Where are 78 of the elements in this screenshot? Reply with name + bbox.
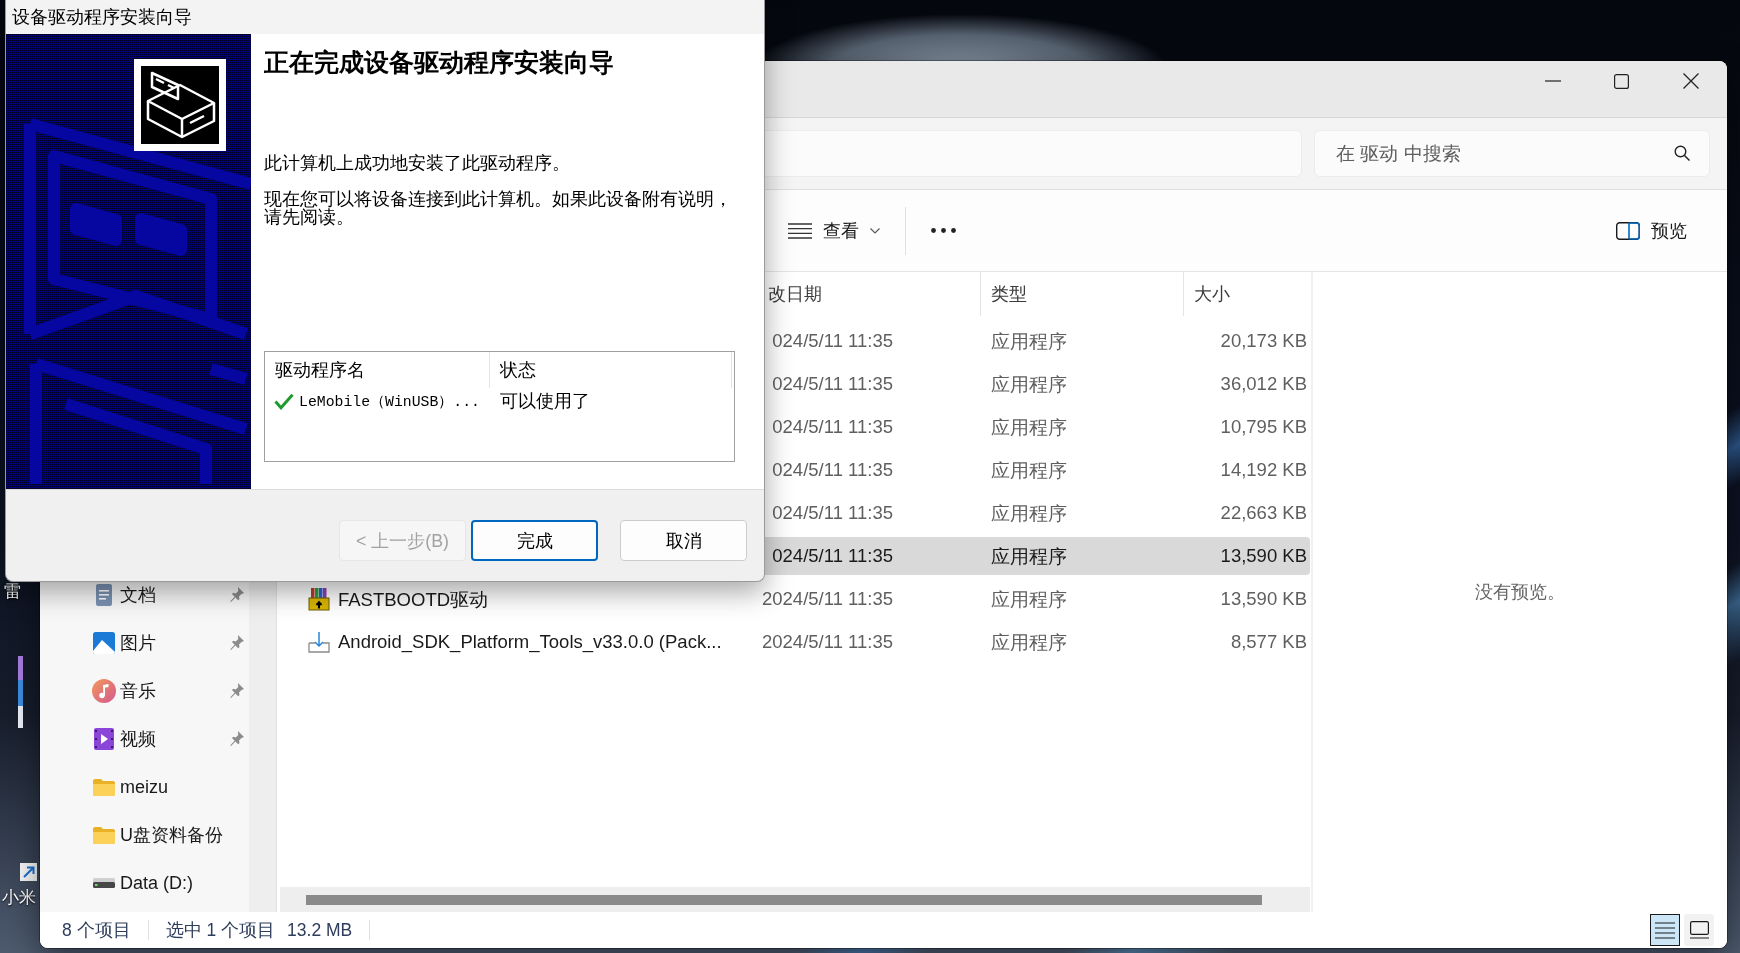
file-date: 024/5/11 11:35 bbox=[772, 459, 893, 481]
chevron-down-icon bbox=[870, 227, 880, 234]
file-type: 应用程序 bbox=[991, 458, 1067, 483]
selection-count: 选中 1 个项目 bbox=[165, 919, 276, 942]
download-tray-icon bbox=[307, 630, 331, 654]
cancel-button[interactable]: 取消 bbox=[620, 520, 747, 561]
finish-button[interactable]: 完成 bbox=[471, 520, 598, 561]
column-header[interactable]: 改日期 bbox=[766, 272, 981, 316]
file-date: 024/5/11 11:35 bbox=[772, 502, 893, 524]
nav-item[interactable]: U盘资料备份 bbox=[40, 821, 250, 849]
column-header[interactable]: 大小 bbox=[1184, 272, 1311, 316]
file-date: 024/5/11 11:35 bbox=[772, 330, 893, 352]
file-size: 13,590 KB bbox=[1220, 545, 1307, 567]
app-icon bbox=[18, 656, 23, 728]
preview-message: 没有预览。 bbox=[1475, 581, 1565, 604]
file-date: 024/5/11 11:35 bbox=[772, 545, 893, 567]
file-type: 应用程序 bbox=[991, 544, 1067, 569]
wizard-heading: 正在完成设备驱动程序安装向导 bbox=[264, 47, 615, 77]
driver-status: 可以使用了 bbox=[500, 390, 590, 413]
column-header[interactable]: 类型 bbox=[981, 272, 1184, 316]
selection-size: 13.2 MB bbox=[287, 919, 353, 941]
details-list-icon bbox=[1655, 921, 1675, 939]
nav-item[interactable]: meizu bbox=[40, 773, 250, 801]
file-type: 应用程序 bbox=[991, 587, 1067, 612]
dialog-title: 设备驱动程序安装向导 bbox=[12, 6, 192, 29]
video-icon bbox=[92, 727, 116, 751]
file-size: 10,795 KB bbox=[1220, 416, 1307, 438]
nav-item[interactable]: 图片 bbox=[40, 629, 250, 657]
file-date: 2024/5/11 11:35 bbox=[762, 588, 893, 610]
nav-item[interactable]: 视频 bbox=[40, 725, 250, 753]
file-size: 36,012 KB bbox=[1220, 373, 1307, 395]
minimize-icon bbox=[1544, 80, 1561, 82]
file-name: FASTBOOTD驱动 bbox=[338, 587, 489, 612]
item-count: 8 个项目 bbox=[62, 919, 131, 942]
column-header[interactable]: 驱动程序名 bbox=[265, 352, 490, 388]
file-date: 024/5/11 11:35 bbox=[772, 373, 893, 395]
close-icon bbox=[1682, 73, 1699, 89]
view-menu-button[interactable]: 查看 bbox=[780, 208, 888, 253]
file-type: 应用程序 bbox=[991, 501, 1067, 526]
file-size: 8,577 KB bbox=[1230, 631, 1307, 653]
tile-icon bbox=[1689, 921, 1709, 939]
column-header[interactable]: 状态 bbox=[490, 352, 732, 388]
tiles-view-button[interactable] bbox=[1684, 914, 1714, 946]
file-type: 应用程序 bbox=[991, 630, 1067, 655]
picture-icon bbox=[92, 631, 116, 655]
nav-item[interactable]: 音乐 bbox=[40, 677, 250, 705]
file-date: 2024/5/11 11:35 bbox=[762, 631, 893, 653]
list-lines-icon bbox=[788, 222, 812, 239]
scrollbar-thumb[interactable] bbox=[306, 894, 1262, 905]
file-type: 应用程序 bbox=[991, 415, 1067, 440]
nav-item[interactable]: 文档 bbox=[40, 581, 250, 609]
search-icon bbox=[1674, 145, 1690, 161]
file-date: 024/5/11 11:35 bbox=[772, 416, 893, 438]
archive-icon bbox=[307, 587, 331, 611]
split-panel-icon bbox=[1616, 221, 1640, 240]
wizard-message: 此计算机上成功地安装了此驱动程序。 bbox=[264, 154, 571, 172]
maximize-icon bbox=[1614, 73, 1629, 89]
scrollbar-track[interactable] bbox=[280, 887, 1310, 912]
ellipsis-icon bbox=[931, 228, 956, 233]
file-size: 20,173 KB bbox=[1220, 330, 1307, 352]
preview-pane-button[interactable]: 预览 bbox=[1608, 208, 1695, 253]
wizard-message: 现在您可以将设备连接到此计算机。如果此设备附有说明，请先阅读。 bbox=[264, 190, 733, 226]
file-type: 应用程序 bbox=[991, 329, 1067, 354]
desktop-icon-label: 雷 bbox=[4, 582, 21, 601]
file-size: 14,192 KB bbox=[1220, 459, 1307, 481]
nav-item[interactable]: Data (D:) bbox=[40, 869, 250, 897]
desktop-icon-label: 小米 bbox=[2, 888, 36, 907]
details-view-button[interactable] bbox=[1650, 914, 1680, 946]
hardware-icon bbox=[134, 59, 226, 151]
music-note-icon bbox=[92, 679, 116, 703]
driver-name: LeMobile（WinUSB）... bbox=[299, 392, 480, 411]
file-size: 22,663 KB bbox=[1220, 502, 1307, 524]
file-type: 应用程序 bbox=[991, 372, 1067, 397]
file-size: 13,590 KB bbox=[1220, 588, 1307, 610]
file-row[interactable]: FASTBOOTD驱动 2024/5/11 11:35 应用程序 13,590 KB bbox=[285, 580, 1310, 618]
search-field[interactable]: 在 驱动 中搜索 bbox=[1314, 130, 1710, 177]
file-row[interactable]: Android_SDK_Platform_Tools_v33.0.0 (Pack... 2024/5/11 11:35 应用程序 8,577 KB bbox=[285, 623, 1310, 661]
file-name: Android_SDK_Platform_Tools_v33.0.0 (Pack... bbox=[338, 631, 722, 653]
